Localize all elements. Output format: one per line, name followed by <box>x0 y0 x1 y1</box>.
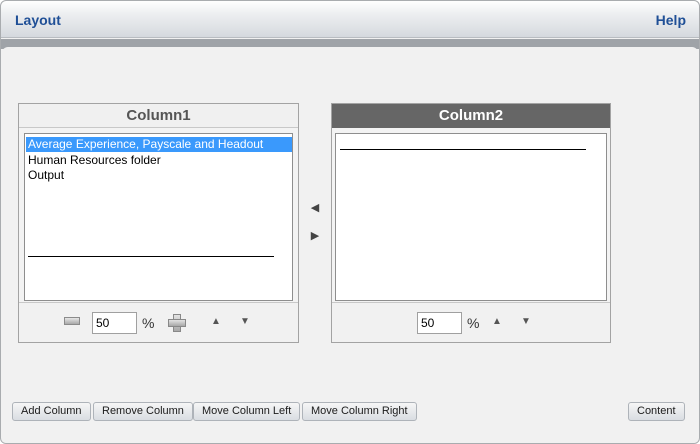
decrease-width-button[interactable] <box>64 317 80 325</box>
list-item[interactable]: Average Experience, Payscale and Headout <box>26 137 292 152</box>
column1-panel[interactable]: Column1 Average Experience, Payscale and… <box>18 103 299 343</box>
content-button[interactable]: Content <box>628 402 685 421</box>
move-column-right-button[interactable]: Move Column Right <box>302 402 417 421</box>
column2-width-input[interactable] <box>417 312 462 334</box>
layout-dialog: Layout Help Column1 Average Experience, … <box>0 0 700 444</box>
percent-label: % <box>467 315 480 331</box>
move-down-icon[interactable]: ▼ <box>239 316 251 328</box>
column2-header[interactable]: Column2 <box>332 104 610 128</box>
column1-header[interactable]: Column1 <box>19 104 298 128</box>
column2-controls: % ▲ ▼ <box>332 302 610 342</box>
separator-line <box>28 256 274 257</box>
move-up-icon[interactable]: ▲ <box>491 316 503 328</box>
help-link[interactable]: Help <box>656 12 686 28</box>
percent-label: % <box>142 315 155 331</box>
move-up-icon[interactable]: ▲ <box>210 316 222 328</box>
column1-width-input[interactable] <box>92 312 137 334</box>
list-item[interactable]: Output <box>26 168 64 183</box>
dialog-header: Layout Help <box>1 1 699 38</box>
move-column-left-button[interactable]: Move Column Left <box>193 402 301 421</box>
add-column-button[interactable]: Add Column <box>12 402 91 421</box>
column2-list[interactable] <box>335 133 607 301</box>
column1-list[interactable]: Average Experience, Payscale and Headout… <box>24 133 293 301</box>
separator-line <box>340 149 586 150</box>
increase-width-button[interactable] <box>168 314 186 332</box>
move-down-icon[interactable]: ▼ <box>520 316 532 328</box>
column1-controls: % ▲ ▼ <box>19 302 298 342</box>
list-item[interactable]: Human Resources folder <box>26 153 161 168</box>
dialog-title: Layout <box>15 12 61 28</box>
move-right-icon[interactable]: ▶ <box>308 229 322 243</box>
column2-panel[interactable]: Column2 % ▲ ▼ <box>331 103 611 343</box>
move-left-icon[interactable]: ◀ <box>308 201 322 215</box>
remove-column-button[interactable]: Remove Column <box>93 402 193 421</box>
